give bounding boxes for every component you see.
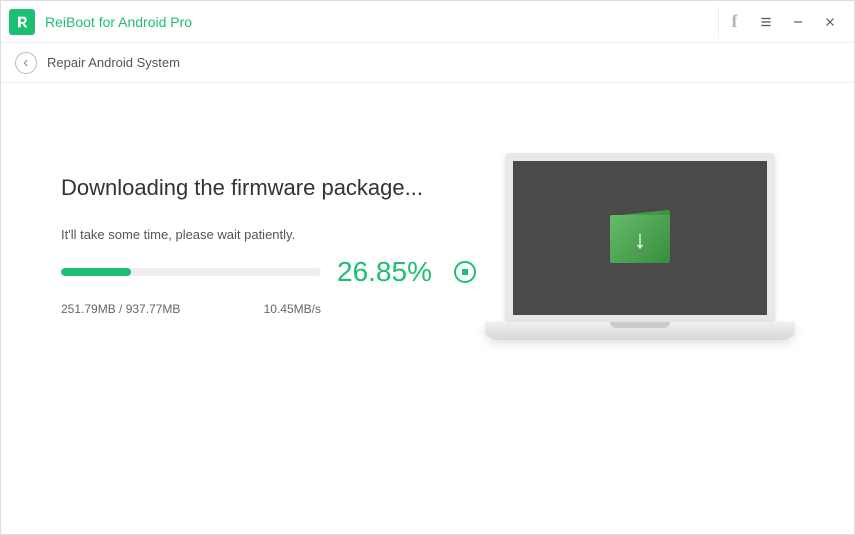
facebook-button[interactable]: f: [718, 6, 750, 38]
illustration-panel: ↓: [476, 133, 804, 534]
laptop-illustration: ↓: [485, 153, 795, 340]
back-button[interactable]: [15, 52, 37, 74]
laptop-screen: ↓: [505, 153, 775, 323]
laptop-base: [485, 322, 795, 340]
arrow-left-icon: [21, 58, 31, 68]
close-icon: [823, 15, 837, 29]
titlebar: ReiBoot for Android Pro f: [1, 1, 854, 43]
close-button[interactable]: [814, 6, 846, 38]
stop-icon: [462, 269, 468, 275]
download-stats: 251.79MB / 937.77MB 10.45MB/s: [61, 302, 321, 316]
progress-bar: [61, 268, 321, 276]
downloaded-size: 251.79MB / 937.77MB: [61, 302, 180, 316]
menu-button[interactable]: [750, 6, 782, 38]
app-title: ReiBoot for Android Pro: [45, 14, 718, 30]
hamburger-icon: [759, 15, 773, 29]
app-logo: [9, 9, 35, 35]
download-speed: 10.45MB/s: [264, 302, 321, 316]
progress-percent: 26.85%: [337, 256, 432, 288]
main-content: Downloading the firmware package... It'l…: [1, 83, 854, 534]
download-panel: Downloading the firmware package... It'l…: [61, 133, 476, 534]
download-box-icon: ↓: [605, 203, 675, 273]
page-heading: Downloading the firmware package...: [61, 175, 476, 201]
breadcrumb-bar: Repair Android System: [1, 43, 854, 83]
progress-row: 26.85%: [61, 256, 476, 288]
page-subtitle: It'll take some time, please wait patien…: [61, 227, 476, 242]
breadcrumb-title: Repair Android System: [47, 55, 180, 70]
app-window: ReiBoot for Android Pro f Repair Android…: [0, 0, 855, 535]
progress-fill: [61, 268, 131, 276]
titlebar-controls: f: [718, 6, 846, 38]
stop-button[interactable]: [454, 261, 476, 283]
minimize-icon: [791, 15, 805, 29]
arrow-down-icon: ↓: [633, 224, 646, 255]
logo-icon: [14, 14, 30, 30]
minimize-button[interactable]: [782, 6, 814, 38]
